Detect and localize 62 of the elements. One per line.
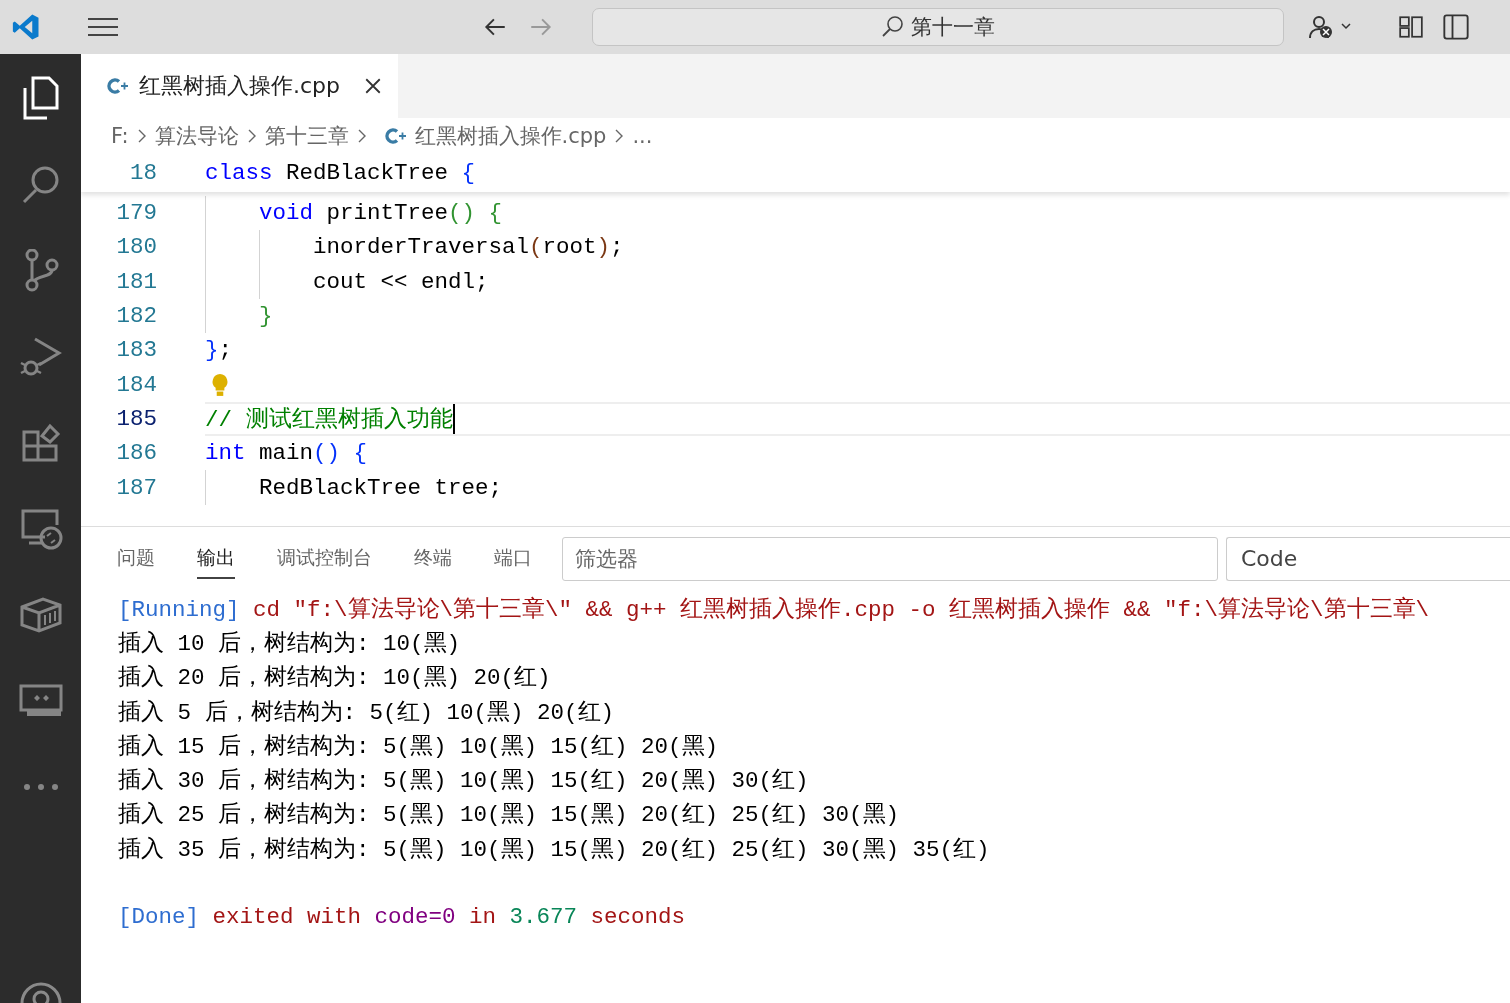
line-number: 182: [115, 303, 157, 330]
code-line: RedBlackTree tree;: [258, 474, 503, 501]
output-line: 插入 15 后，树结构为: 5(黑) 10(黑) 15(红) 20(黑): [118, 732, 719, 761]
container-icon[interactable]: [18, 595, 63, 635]
output-line: 插入 35 后，树结构为: 5(黑) 10(黑) 15(黑) 20(红) 25(红) 30(黑) 35(红): [118, 835, 990, 864]
breadcrumb-item[interactable]: ...: [632, 124, 653, 148]
app-logo-icon: [11, 12, 41, 42]
line-number: 183: [115, 337, 157, 364]
code-line: }: [258, 303, 273, 330]
output-line: [Running] cd "f:\算法导论\第十三章\" && g++ 红黑树插入操作.cpp -o 红黑树插入操作 && "f:\算法导论\第十三章\: [118, 595, 1430, 624]
code-line: void printTree() {: [258, 200, 503, 227]
cpp-file-icon: [107, 77, 129, 95]
breadcrumb-item[interactable]: 红黑树插入操作.cpp: [414, 122, 607, 150]
code-line: // 测试红黑树插入功能: [205, 406, 453, 435]
output-line: [Done] exited with code=0 in 3.677 seconds: [118, 903, 686, 930]
breadcrumb-item[interactable]: F:: [111, 124, 129, 148]
cpp-file-icon: [384, 127, 407, 145]
account-icon[interactable]: [1306, 13, 1354, 41]
close-icon[interactable]: [364, 77, 383, 95]
layout-icon[interactable]: [1398, 14, 1424, 40]
chevron-icon: [356, 128, 367, 144]
output-line: 插入 5 后，树结构为: 5(红) 10(黑) 20(红): [118, 698, 615, 727]
panel-tab[interactable]: 终端: [414, 539, 452, 579]
line-number: 187: [115, 474, 157, 501]
panel-tab[interactable]: 调试控制台: [277, 539, 372, 579]
output-line: 插入 25 后，树结构为: 5(黑) 10(黑) 15(黑) 20(红) 25(红) 30(黑): [118, 801, 900, 830]
line-number: 180: [115, 234, 157, 261]
output-line: 插入 20 后，树结构为: 10(黑) 20(红): [118, 664, 551, 693]
line-number: 185: [115, 405, 157, 432]
output-line: 插入 10 后，树结构为: 10(黑): [118, 629, 461, 658]
line-number: 186: [115, 440, 157, 467]
chevron-icon: [614, 128, 625, 144]
filter-field[interactable]: 筛选器: [562, 537, 1218, 581]
search-icon: [881, 15, 905, 39]
search-icon[interactable]: [20, 165, 61, 205]
line-number: 184: [115, 371, 157, 398]
chevron-icon: [136, 128, 147, 144]
pairing-icon[interactable]: [18, 684, 63, 718]
line-number: 179: [115, 200, 157, 227]
panel-tab[interactable]: 问题: [117, 539, 155, 579]
code-line: inorderTraversal(root);: [312, 234, 624, 261]
sidebar-toggle-icon[interactable]: [1442, 13, 1470, 41]
code-line: };: [205, 337, 233, 364]
code-line: class RedBlackTree {: [205, 160, 476, 186]
more-icon[interactable]: [22, 783, 59, 791]
breadcrumb-item[interactable]: 第十三章: [264, 122, 349, 150]
line-number: 181: [115, 268, 157, 295]
search-text: 第十一章: [911, 14, 995, 41]
account-icon[interactable]: [18, 981, 63, 1003]
panel-tab[interactable]: 端口: [494, 539, 532, 579]
output-line: 插入 30 后，树结构为: 5(黑) 10(黑) 15(红) 20(黑) 30(红): [118, 767, 809, 796]
panel-tab[interactable]: 输出: [197, 539, 235, 579]
command-center-search[interactable]: 第十一章: [592, 8, 1284, 46]
code-line: cout << endl;: [312, 268, 489, 295]
text-cursor: [452, 403, 455, 434]
output-channel-dropdown[interactable]: Code: [1226, 537, 1510, 581]
menu-icon[interactable]: [88, 17, 118, 37]
editor-tab[interactable]: 红黑树插入操作.cpp: [81, 54, 399, 118]
code-line: int main() {: [205, 440, 368, 467]
chevron-icon: [246, 128, 257, 144]
breadcrumb-item[interactable]: 算法导论: [154, 122, 239, 150]
line-number: 18: [129, 160, 157, 186]
